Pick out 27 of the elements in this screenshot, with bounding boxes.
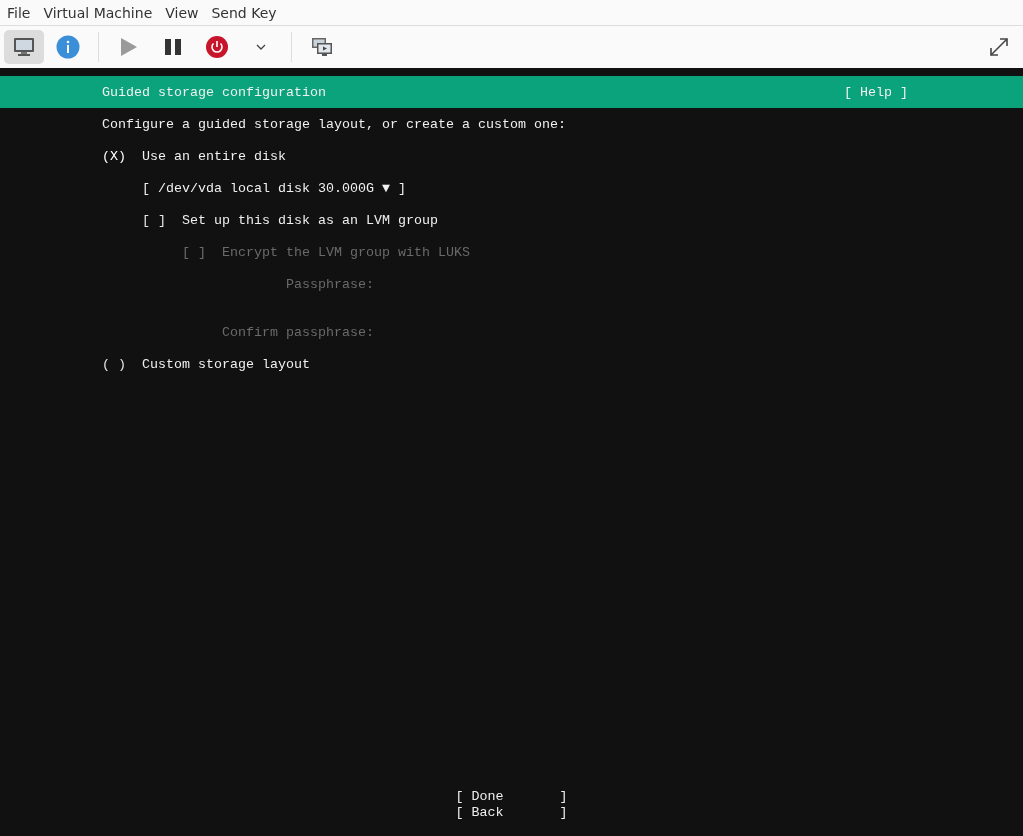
radio-button[interactable]: (X) <box>102 148 142 164</box>
menu-item[interactable]: File <box>2 4 39 21</box>
menu-button[interactable]: [ Back ] <box>455 805 568 821</box>
option-label: Custom storage layout <box>142 356 310 372</box>
checkbox[interactable]: [ ] <box>142 212 182 228</box>
option-label: Use an entire disk <box>142 148 286 164</box>
menu-item[interactable]: Send Key <box>206 4 285 21</box>
expand-icon <box>988 36 1010 58</box>
screen-title: Guided storage configuration <box>102 84 326 100</box>
disk-dropdown[interactable]: [ /dev/vda local disk 30.000G ▼ ] <box>142 180 406 196</box>
monitor-icon <box>13 37 35 57</box>
option-label: Encrypt the LVM group with LUKS <box>222 244 470 260</box>
instruction-text: Configure a guided storage layout, or create a custom one: <box>102 116 566 132</box>
pause-icon <box>165 39 181 55</box>
screens-icon <box>311 37 333 57</box>
play-icon <box>121 38 137 56</box>
menu-item[interactable]: View <box>160 4 207 21</box>
console-button[interactable] <box>4 30 44 64</box>
chevron-down-icon <box>256 44 266 50</box>
radio-button[interactable]: ( ) <box>102 356 142 372</box>
info-icon <box>56 35 80 59</box>
field-label: Confirm passphrase: <box>222 324 374 340</box>
menu-button[interactable]: [ Done ] <box>455 789 568 805</box>
option-label: Set up this disk as an LVM group <box>182 212 438 228</box>
menu-item[interactable]: Virtual Machine <box>38 4 161 21</box>
power-icon <box>206 36 228 58</box>
field-label: Passphrase: <box>285 276 374 292</box>
